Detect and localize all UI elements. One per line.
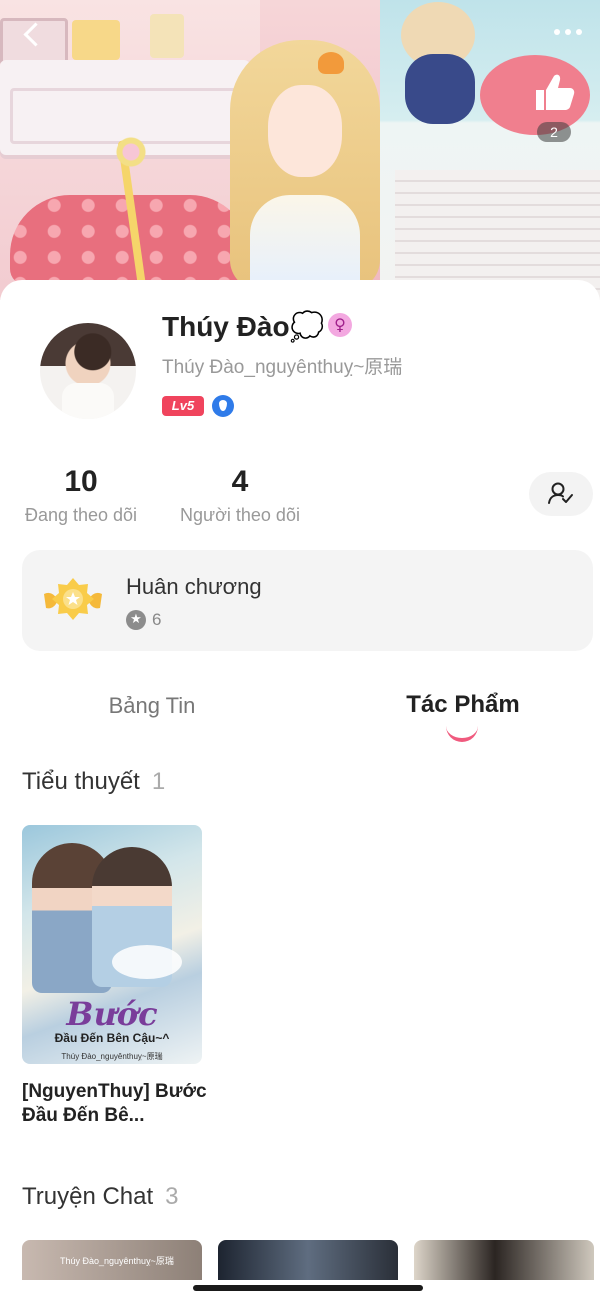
novels-title: Tiểu thuyết <box>22 768 140 795</box>
tab-works[interactable]: Tác Phẩm <box>400 691 526 719</box>
banner-character <box>230 40 380 300</box>
dot <box>576 29 582 35</box>
following-label: Đang theo dõi <box>24 505 138 525</box>
cover-author: Thúy Đào_nguyênthuỵ~原瑞 <box>61 1052 163 1061</box>
medal-panel[interactable]: Huân chương 6 <box>22 550 593 651</box>
more-dots-icon[interactable] <box>554 22 592 42</box>
following-count: 10 <box>64 465 98 498</box>
novel-cover[interactable]: Bước Đầu Đến Bên Cậu~^ Thúy Đào_nguyênth… <box>22 825 202 1064</box>
cover-subtitle: Đầu Đến Bên Cậu~^ <box>54 1031 170 1045</box>
novels-section-title: Tiểu thuyết 1 <box>22 768 165 796</box>
followers-count: 4 <box>231 465 249 498</box>
tab-active-indicator <box>446 724 478 742</box>
chats-count: 3 <box>165 1183 179 1210</box>
banner-brush-cup <box>150 14 184 58</box>
thumbs-up-icon <box>536 74 575 110</box>
followers-label: Người theo dõi <box>180 505 300 525</box>
profile-card: Thúy Đào💭 Thúy Đào_nguyênthuỵ~原瑞 Lv5 10 … <box>0 280 600 1301</box>
character-face <box>268 85 342 177</box>
follow-button[interactable] <box>529 472 593 516</box>
profile-name-text: Thúy Đào💭 <box>162 311 325 342</box>
banner-teddy-bear <box>395 2 487 132</box>
tab-feed[interactable]: Bảng Tin <box>100 693 204 719</box>
medal-icon <box>44 578 102 620</box>
dot <box>565 29 571 35</box>
user-check-icon <box>548 482 573 504</box>
chat-story-thumb[interactable]: Thúy Đào_nguyênthuỵ~原瑞 <box>22 1240 202 1280</box>
cover-wing <box>112 945 182 979</box>
medal-count: 6 <box>152 610 162 629</box>
star-icon <box>126 610 146 630</box>
chats-section-title: Truyện Chat 3 <box>22 1183 179 1211</box>
avatar[interactable] <box>40 323 136 419</box>
chats-title: Truyện Chat <box>22 1183 154 1210</box>
banner-gift-box <box>72 20 120 60</box>
cover-title: Bước <box>66 995 158 1033</box>
level-badge: Lv5 <box>162 396 204 416</box>
profile-banner: 2 <box>0 0 600 300</box>
female-icon <box>328 313 352 337</box>
chat-thumb-text: Thúy Đào_nguyênthuỵ~原瑞 <box>60 1256 174 1266</box>
dot <box>554 29 560 35</box>
character-bow <box>318 52 344 74</box>
bear-body <box>405 54 475 124</box>
profile-username: Thúy Đào_nguyênthuỵ~原瑞 <box>162 357 403 378</box>
chat-story-thumb[interactable] <box>414 1240 594 1280</box>
profile-name: Thúy Đào💭 <box>162 310 324 343</box>
like-count: 2 <box>537 122 571 142</box>
chat-story-thumb[interactable] <box>218 1240 398 1280</box>
home-indicator <box>193 1285 423 1291</box>
banner-wand-top <box>104 132 158 172</box>
shield-icon <box>212 395 234 417</box>
followers-stat[interactable]: 4 Người theo dõi <box>176 465 304 526</box>
following-stat[interactable]: 10 Đang theo dõi <box>20 465 142 526</box>
chevron-left-icon[interactable] <box>18 18 48 52</box>
like-button[interactable]: 2 <box>528 70 580 146</box>
novel-title[interactable]: [NguyenThuy] Bước Đầu Đến Bê... <box>22 1080 212 1128</box>
medal-title: Huân chương <box>126 574 262 599</box>
novels-count: 1 <box>151 768 166 795</box>
